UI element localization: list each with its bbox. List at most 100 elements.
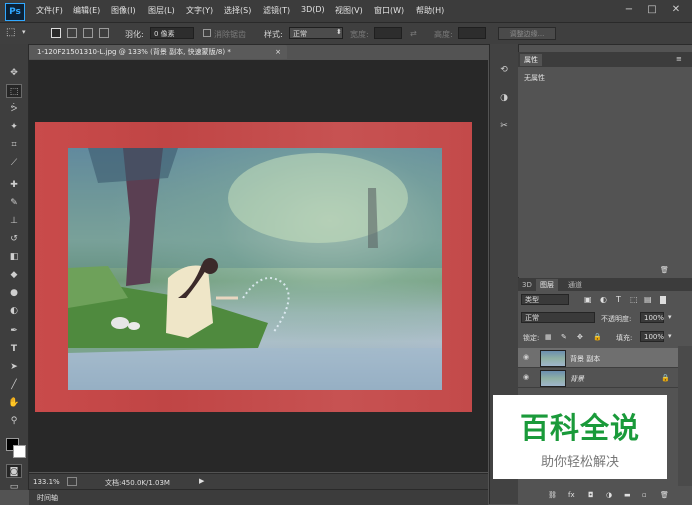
background-color-swatch[interactable] [13, 445, 26, 458]
filter-adjust-icon[interactable]: ◐ [600, 295, 607, 304]
lock-position-icon[interactable]: ✥ [577, 333, 583, 341]
menu-filter[interactable]: 滤镜(T) [263, 5, 290, 16]
zoom-level[interactable]: 133.1% [33, 478, 60, 486]
status-bar: 133.1% 文档:450.0K/1.03M ▶ [29, 473, 488, 490]
antialias-checkbox[interactable] [203, 29, 211, 37]
lock-pixels-icon[interactable]: ✎ [561, 333, 567, 341]
hand-tool-icon[interactable]: ✋ [6, 396, 22, 410]
group-icon[interactable]: ▬ [624, 491, 631, 499]
intersect-selection-icon[interactable] [99, 28, 109, 38]
blur-tool-icon[interactable]: ● [6, 286, 22, 300]
width-input[interactable] [374, 27, 402, 39]
chevron-down-icon[interactable]: ▾ [22, 28, 26, 36]
trash-icon[interactable]: 🗑 [660, 266, 669, 274]
quick-mask-icon[interactable]: ◙ [6, 464, 22, 478]
menu-layer[interactable]: 图层(L) [148, 5, 175, 16]
layer-filter-select[interactable]: 类型 [521, 294, 569, 305]
tab-channels[interactable]: 通道 [564, 279, 586, 291]
status-menu-icon[interactable] [67, 477, 77, 486]
menu-window[interactable]: 窗口(W) [374, 5, 404, 16]
new-layer-icon[interactable]: ▫ [642, 491, 647, 499]
document-tab[interactable]: 1-120F21501310-L.jpg @ 133% (背景 副本, 快速蒙版… [29, 45, 287, 59]
menu-select[interactable]: 选择(S) [224, 5, 251, 16]
tab-3d[interactable]: 3D [518, 279, 536, 291]
delete-layer-icon[interactable]: 🗑 [660, 491, 669, 499]
refine-edge-button[interactable]: 调整边缘... [498, 27, 556, 40]
opacity-input[interactable]: 100% [640, 312, 664, 323]
filter-type-icon[interactable]: T [616, 295, 621, 304]
healing-brush-tool-icon[interactable]: ✚ [6, 178, 22, 192]
clone-stamp-tool-icon[interactable]: ⊥ [6, 214, 22, 228]
menu-view[interactable]: 视图(V) [335, 5, 363, 16]
layer-row[interactable]: ◉ 背景 副本 [518, 348, 678, 368]
style-select[interactable]: 正常 [289, 27, 343, 39]
menu-file[interactable]: 文件(F) [36, 5, 63, 16]
dodge-tool-icon[interactable]: ◐ [6, 304, 22, 318]
subtract-selection-icon[interactable] [83, 28, 93, 38]
height-input[interactable] [458, 27, 486, 39]
layer-style-icon[interactable]: fx [568, 491, 575, 499]
history-brush-tool-icon[interactable]: ↺ [6, 232, 22, 246]
paint-bucket-tool-icon[interactable]: ◆ [6, 268, 22, 282]
opacity-label: 不透明度: [601, 315, 632, 323]
eyedropper-tool-icon[interactable]: ⟋ [6, 156, 22, 170]
swap-icon[interactable]: ⇄ [410, 29, 417, 38]
fill-arrow-icon[interactable]: ▾ [668, 332, 672, 340]
path-selection-tool-icon[interactable]: ➤ [6, 360, 22, 374]
link-layers-icon[interactable]: ⛓ [548, 491, 557, 499]
feather-input[interactable]: 0 像素 [150, 27, 194, 39]
opacity-arrow-icon[interactable]: ▾ [668, 313, 672, 321]
zoom-tool-icon[interactable]: ⚲ [6, 414, 22, 428]
tab-layers[interactable]: 图层 [536, 279, 558, 291]
restore-button[interactable]: □ [643, 3, 661, 17]
rectangular-marquee-tool-icon[interactable]: ⬚ [6, 84, 22, 98]
type-tool-icon[interactable]: T [6, 342, 22, 356]
filter-toggle-icon[interactable] [660, 296, 666, 304]
blend-mode-select[interactable]: 正常 [521, 312, 595, 323]
add-mask-icon[interactable]: ◘ [588, 491, 594, 499]
menu-3d[interactable]: 3D(D) [301, 5, 325, 14]
move-tool-icon[interactable]: ✥ [6, 66, 22, 80]
add-selection-icon[interactable] [67, 28, 77, 38]
menu-help[interactable]: 帮助(H) [416, 5, 444, 16]
lock-transparent-icon[interactable]: ▦ [545, 333, 552, 341]
menu-edit[interactable]: 编辑(E) [73, 5, 100, 16]
minimize-button[interactable]: − [620, 3, 638, 17]
line-tool-icon[interactable]: ╱ [6, 378, 22, 392]
filter-pixel-icon[interactable]: ▣ [584, 295, 592, 304]
timeline-panel[interactable]: 时间轴 [29, 489, 488, 505]
lock-all-icon[interactable]: 🔒 [593, 333, 602, 341]
timeline-label[interactable]: 时间轴 [37, 493, 58, 503]
screen-mode-icon[interactable]: ▭ [6, 480, 22, 494]
panel-menu-icon[interactable]: ≡ [676, 55, 682, 63]
close-button[interactable]: ✕ [667, 3, 685, 17]
history-panel-icon[interactable]: ⟲ [496, 62, 512, 78]
crop-tool-icon[interactable]: ⌗ [6, 138, 22, 152]
pen-tool-icon[interactable]: ✒ [6, 324, 22, 338]
filter-smart-icon[interactable]: ▤ [644, 295, 652, 304]
document-image[interactable] [35, 122, 472, 412]
layer-row[interactable]: ◉ 背景 🔒 [518, 368, 678, 388]
properties-tab[interactable]: 属性 [520, 54, 542, 66]
brush-tool-icon[interactable]: ✎ [6, 196, 22, 210]
lasso-tool-icon[interactable]: ᕘ [6, 102, 22, 116]
layers-scrollbar[interactable] [678, 346, 692, 486]
filter-shape-icon[interactable]: ⬚ [630, 295, 638, 304]
adjustments-panel-icon[interactable]: ◑ [496, 90, 512, 106]
tools-panel-icon[interactable]: ✂ [496, 118, 512, 134]
marquee-preset-icon[interactable]: ⬚ [6, 27, 15, 38]
height-label: 高度: [434, 30, 453, 39]
eye-icon[interactable]: ◉ [523, 353, 529, 361]
photo-selection-area [68, 148, 442, 390]
close-tab-icon[interactable]: × [275, 45, 281, 59]
menu-type[interactable]: 文字(Y) [186, 5, 213, 16]
status-arrow-icon[interactable]: ▶ [199, 477, 204, 485]
menu-image[interactable]: 图像(I) [111, 5, 136, 16]
new-selection-icon[interactable] [51, 28, 61, 38]
eye-icon[interactable]: ◉ [523, 373, 529, 381]
adjustment-layer-icon[interactable]: ◑ [606, 491, 612, 499]
eraser-tool-icon[interactable]: ◧ [6, 250, 22, 264]
magic-wand-tool-icon[interactable]: ✦ [6, 120, 22, 134]
fill-input[interactable]: 100% [640, 331, 664, 342]
lock-icon: 🔒 [661, 374, 670, 382]
